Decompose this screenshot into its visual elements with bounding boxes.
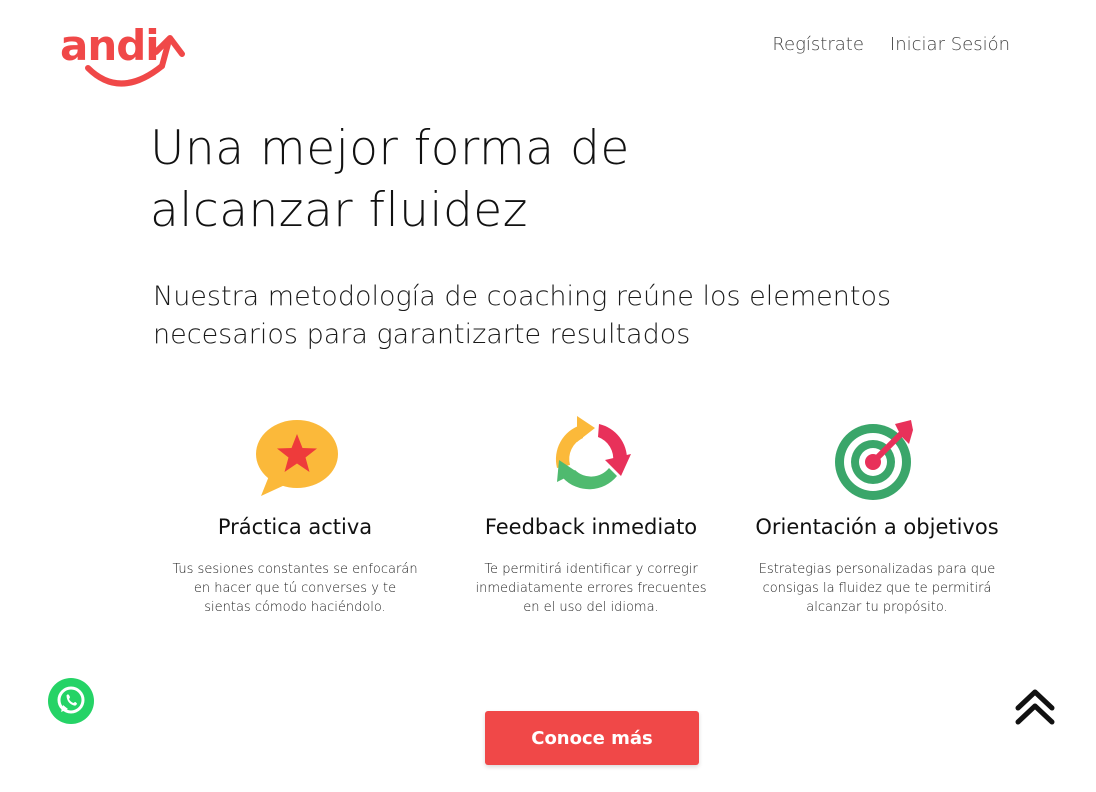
feature-title: Práctica activa [217, 515, 373, 539]
feature-description-line: Estrategias personalizadas para que [758, 562, 996, 577]
feature-goal-orientation: Orientación a objetivos Estrategias pers… [732, 410, 1022, 617]
feature-title: Orientación a objetivos [755, 515, 999, 539]
top-nav: Regístrate Iniciar Sesión [772, 34, 1010, 55]
double-chevron-up-icon[interactable] [1010, 684, 1060, 730]
landing-page: andi Regístrate Iniciar Sesión Una mejor… [0, 0, 1096, 792]
feature-description-line: alcanzar tu propósito. [806, 600, 948, 615]
feature-description-line: consigas la fluidez que te permitirá [762, 581, 992, 596]
feature-description-line: inmediatamente errores frecuentes [475, 581, 707, 596]
feature-description-line: en hacer que tú converses y te [193, 581, 397, 596]
feature-description: Tus sesiones constantes se enfocarán en … [160, 560, 430, 617]
feature-description: Estrategias personalizadas para que cons… [742, 560, 1012, 617]
feature-active-practice: Práctica activa Tus sesiones constantes … [150, 410, 440, 617]
hero-title-line-1: Una mejor forma de [150, 121, 630, 176]
whatsapp-icon[interactable] [48, 678, 94, 724]
feature-description-line: Te permitirá identificar y corregir [484, 562, 698, 577]
target-dart-icon [835, 420, 913, 500]
star-speech-bubble-icon [256, 420, 338, 496]
hero-subtitle: Nuestra metodología de coaching reúne lo… [153, 278, 973, 354]
feature-title: Feedback inmediato [484, 515, 698, 539]
cycle-arrows-icon [555, 416, 631, 490]
feature-description-line: Tus sesiones constantes se enfocarán [172, 562, 418, 577]
andi-logo[interactable]: andi [58, 16, 190, 94]
feature-description-line: sientas cómodo haciéndolo. [204, 600, 386, 615]
feature-description: Te permitirá identificar y corregir inme… [456, 560, 726, 617]
hero-title-line-2: alcanzar fluidez [150, 183, 528, 238]
hero-subtitle-line-1: Nuestra metodología de coaching reúne lo… [153, 281, 892, 312]
login-link[interactable]: Iniciar Sesión [890, 34, 1010, 55]
feature-description-line: en el uso del idioma. [523, 600, 659, 615]
register-link[interactable]: Regístrate [772, 34, 864, 55]
hero-title: Una mejor forma de alcanzar fluidez [150, 118, 770, 242]
logo-text: andi [60, 21, 159, 70]
hero-subtitle-line-2: necesarios para garantizarte resultados [153, 319, 691, 350]
learn-more-button[interactable]: Conoce más [485, 711, 699, 765]
feature-immediate-feedback: Feedback inmediato Te permitirá identifi… [446, 410, 736, 617]
